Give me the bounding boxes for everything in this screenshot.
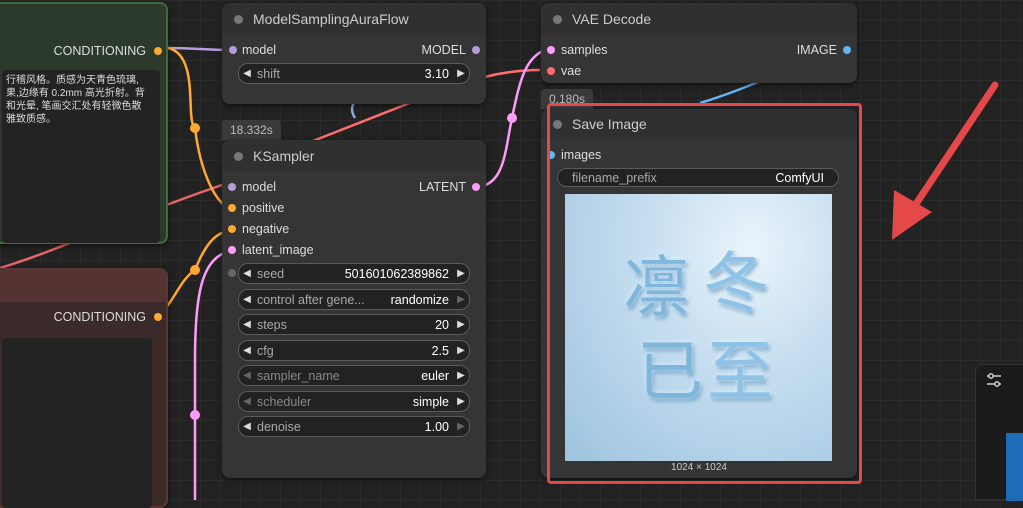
widget-value: 2.5 [431, 343, 449, 358]
cfg-widget[interactable]: ◀ cfg 2.5 ▶ [238, 340, 470, 361]
samples-input-label: samples [561, 42, 608, 57]
decrement-arrow-icon[interactable]: ◀ [239, 396, 255, 407]
wire-reroute-dot [190, 265, 200, 275]
decrement-arrow-icon[interactable]: ◀ [239, 68, 255, 79]
execution-time-badge: 18.332s [222, 120, 281, 140]
widget-name: scheduler [257, 394, 312, 409]
conditioning-output-port[interactable] [154, 47, 162, 55]
increment-arrow-icon[interactable]: ▶ [453, 345, 469, 356]
decrement-arrow-icon[interactable]: ◀ [239, 345, 255, 356]
widget-name: shift [257, 66, 280, 81]
widget-name: steps [257, 317, 287, 332]
control-after-generate-widget[interactable]: ◀ control after gene... randomize ▶ [238, 289, 470, 310]
increment-arrow-icon[interactable]: ▶ [453, 370, 469, 381]
ksampler-node[interactable]: KSampler model LATENT positive negative … [222, 140, 486, 478]
annotation-arrow-icon [892, 81, 999, 240]
increment-arrow-icon[interactable]: ▶ [453, 68, 469, 79]
model-output-label: MODEL [421, 42, 466, 57]
negative-input-label: negative [242, 221, 290, 236]
widget-value: 501601062389862 [344, 266, 449, 281]
decrement-arrow-icon[interactable]: ◀ [239, 319, 255, 330]
prompt-line: 行稽风格。质感为天青色琉璃, [6, 75, 139, 86]
latent-image-input-label: latent_image [242, 242, 314, 257]
sliders-icon[interactable] [986, 373, 1002, 387]
seed-input-port[interactable] [228, 269, 236, 277]
node-status-dot [553, 14, 562, 24]
seed-widget[interactable]: ◀ seed 501601062389862 ▶ [238, 263, 470, 284]
widget-name: sampler_name [257, 368, 340, 383]
widget-value: euler [421, 368, 449, 383]
node-status-dot [234, 151, 243, 161]
samples-input-port[interactable] [547, 46, 555, 54]
vae-input-port[interactable] [547, 67, 555, 75]
steps-widget[interactable]: ◀ steps 20 ▶ [238, 314, 470, 335]
conditioning-output-label: CONDITIONING [53, 43, 146, 58]
increment-arrow-icon[interactable]: ▶ [453, 294, 469, 305]
widget-name: denoise [257, 419, 301, 434]
increment-arrow-icon[interactable]: ▶ [453, 421, 469, 432]
widget-value: randomize [390, 292, 449, 307]
prompt-line: 雅致质感。 [6, 114, 56, 125]
node-title: ModelSamplingAuraFlow [253, 11, 409, 27]
latent-image-input-port[interactable] [228, 246, 236, 254]
widget-value: simple [412, 394, 449, 409]
image-output-label: IMAGE [796, 42, 837, 57]
prompt-line: 和光晕, 笔画交汇处有轻微色散 [6, 101, 142, 112]
model-sampling-node[interactable]: ModelSamplingAuraFlow model MODEL ◀ shif… [222, 3, 486, 104]
latent-output-label: LATENT [419, 179, 466, 194]
increment-arrow-icon[interactable]: ▶ [453, 396, 469, 407]
wire-reroute-dot [190, 410, 200, 420]
prompt-textarea[interactable] [2, 338, 152, 508]
negative-input-port[interactable] [228, 225, 236, 233]
widget-value: 1.00 [424, 419, 449, 434]
widget-value: 20 [435, 317, 449, 332]
shift-widget[interactable]: ◀ shift 3.10 ▶ [238, 63, 470, 84]
increment-arrow-icon[interactable]: ▶ [453, 268, 469, 279]
model-input-label: model [242, 179, 277, 194]
decrement-arrow-icon[interactable]: ◀ [239, 370, 255, 381]
decrement-arrow-icon[interactable]: ◀ [239, 294, 255, 305]
conditioning-output-port[interactable] [154, 313, 162, 321]
prompt-line: 果,边缘有 0.2mm 高光折射。背 [6, 88, 145, 99]
model-input-label: model [242, 42, 277, 57]
vae-input-label: vae [561, 63, 582, 78]
widget-name: control after gene... [257, 292, 365, 307]
latent-output-port[interactable] [472, 183, 480, 191]
decrement-arrow-icon[interactable]: ◀ [239, 421, 255, 432]
node-title: KSampler [253, 148, 315, 164]
model-input-port[interactable] [228, 183, 236, 191]
widget-name: cfg [257, 343, 274, 358]
conditioning-output-label: CONDITIONING [53, 309, 146, 324]
conditioning-node-top[interactable]: CONDITIONING 行稽风格。质感为天青色琉璃, 果,边缘有 0.2mm … [0, 2, 168, 244]
denoise-widget[interactable]: ◀ denoise 1.00 ▶ [238, 416, 470, 437]
vae-decode-node[interactable]: VAE Decode samples IMAGE vae [541, 3, 857, 83]
side-panel[interactable] [975, 364, 1023, 501]
model-input-port[interactable] [229, 46, 237, 54]
node-status-dot [234, 14, 243, 24]
positive-input-port[interactable] [228, 204, 236, 212]
decrement-arrow-icon[interactable]: ◀ [239, 268, 255, 279]
widget-value: 3.10 [424, 66, 449, 81]
highlight-box [547, 103, 862, 484]
model-wire [167, 46, 231, 52]
prompt-textarea[interactable]: 行稽风格。质感为天青色琉璃, 果,边缘有 0.2mm 高光折射。背 和光晕, 笔… [2, 70, 160, 243]
node-title: VAE Decode [572, 11, 652, 27]
sampler-name-widget[interactable]: ◀ sampler_name euler ▶ [238, 365, 470, 386]
wire-reroute-dot [507, 113, 517, 123]
image-output-port[interactable] [843, 46, 851, 54]
model-output-port[interactable] [472, 46, 480, 54]
panel-blue-block [1006, 433, 1023, 501]
latent-out-wire [476, 46, 551, 189]
widget-name: seed [257, 266, 285, 281]
scheduler-widget[interactable]: ◀ scheduler simple ▶ [238, 391, 470, 412]
wire-reroute-dot [190, 123, 200, 133]
positive-input-label: positive [242, 200, 285, 215]
conditioning-node-bottom[interactable]: CONDITIONING [0, 268, 168, 508]
increment-arrow-icon[interactable]: ▶ [453, 319, 469, 330]
